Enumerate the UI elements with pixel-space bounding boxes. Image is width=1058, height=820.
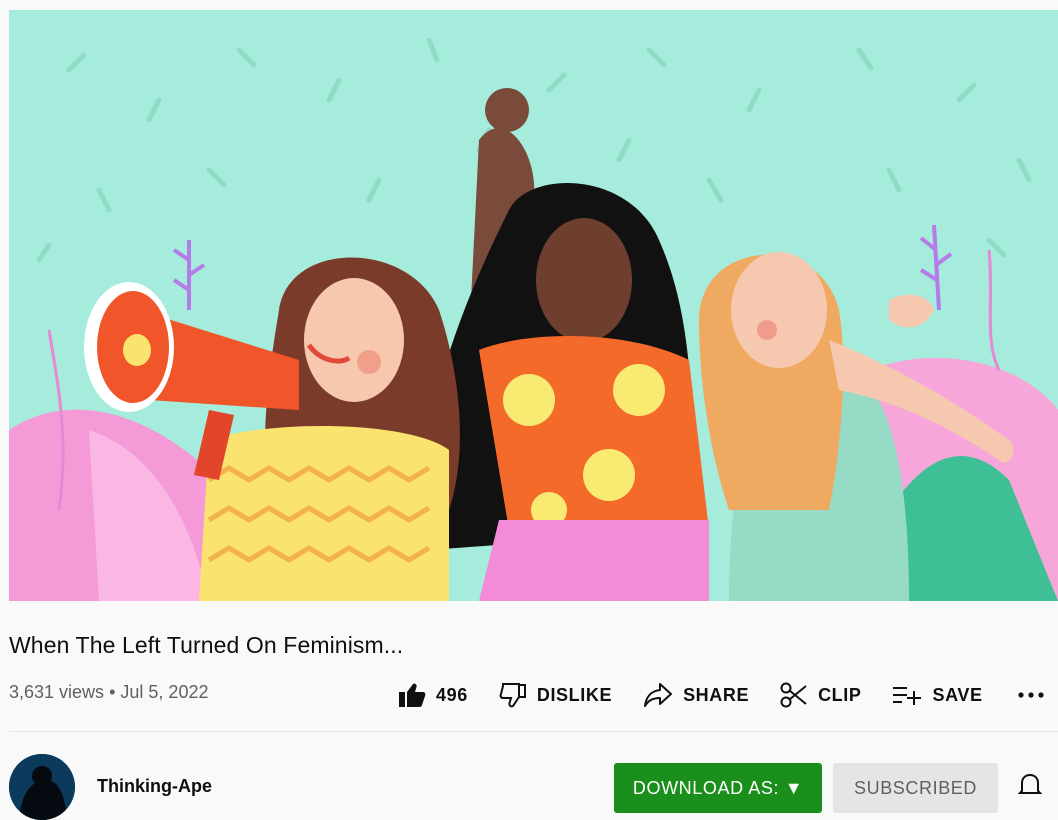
video-actions-bar: 496 DISLIKE SHARE CLIP SAVE <box>398 676 1044 714</box>
share-arrow-icon <box>643 682 673 708</box>
more-horizontal-icon <box>1018 691 1044 699</box>
like-button[interactable]: 496 <box>398 682 468 708</box>
upload-date: Jul 5, 2022 <box>120 682 209 702</box>
download-as-button[interactable]: DOWNLOAD AS: ▼ <box>614 763 822 813</box>
like-count: 496 <box>436 684 468 705</box>
thumbs-up-icon <box>398 682 426 708</box>
bell-icon[interactable] <box>1017 772 1043 803</box>
share-label: SHARE <box>683 684 750 705</box>
share-button[interactable]: SHARE <box>643 682 749 708</box>
save-button[interactable]: SAVE <box>892 684 982 706</box>
more-actions-button[interactable] <box>1018 691 1044 699</box>
view-count: 3,631 views <box>9 682 105 702</box>
channel-avatar[interactable] <box>9 754 75 820</box>
dislike-label: DISLIKE <box>536 684 613 705</box>
scissors-icon <box>780 682 808 708</box>
meta-separator: • <box>109 682 116 702</box>
video-thumbnail-illustration <box>9 10 1058 601</box>
section-divider <box>9 731 1058 732</box>
dislike-button[interactable]: DISLIKE <box>499 682 612 708</box>
video-meta: 3,631 views • Jul 5, 2022 <box>9 682 208 703</box>
clip-button[interactable]: CLIP <box>780 682 861 708</box>
clip-label: CLIP <box>818 684 862 705</box>
playlist-add-icon <box>892 684 922 706</box>
video-title: When The Left Turned On Feminism... <box>9 632 404 658</box>
save-label: SAVE <box>932 684 983 705</box>
video-player[interactable] <box>9 10 1058 601</box>
thumbs-down-icon <box>499 682 527 708</box>
channel-name[interactable]: Thinking-Ape <box>97 776 212 797</box>
subscribed-button[interactable]: SUBSCRIBED <box>833 763 998 813</box>
